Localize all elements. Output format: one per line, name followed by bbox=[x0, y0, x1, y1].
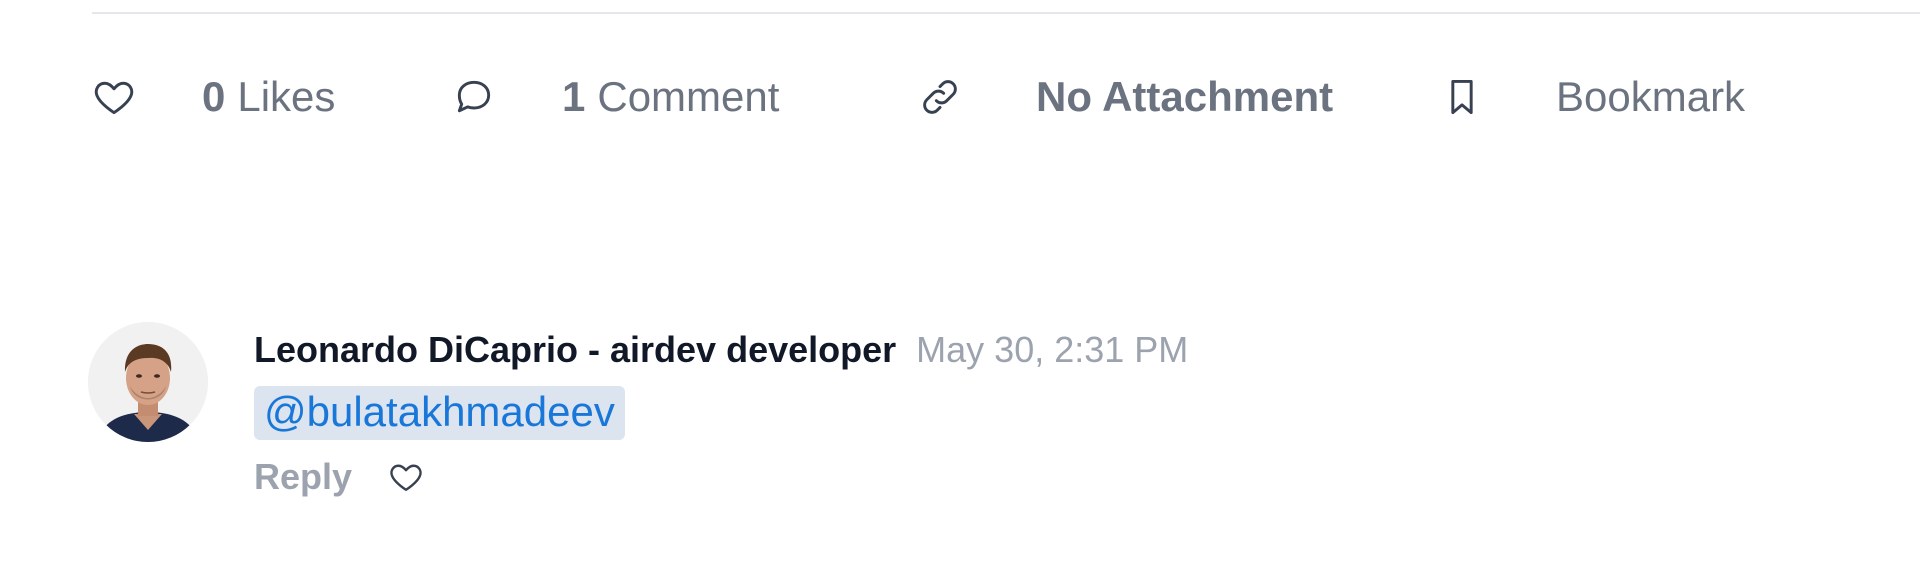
comment-header: Leonardo DiCaprio - airdev developer May… bbox=[254, 322, 1188, 378]
bookmark-button[interactable]: Bookmark bbox=[1438, 62, 1745, 132]
likes-button[interactable]: 0 Likes bbox=[90, 62, 335, 132]
comment-timestamp: May 30, 2:31 PM bbox=[916, 329, 1189, 370]
top-divider bbox=[92, 12, 1920, 14]
attachment-label: No Attachment bbox=[1036, 73, 1334, 120]
comment-like-button[interactable] bbox=[386, 457, 426, 497]
comment-icon bbox=[450, 73, 498, 121]
comment-item: Leonardo DiCaprio - airdev developer May… bbox=[88, 322, 1920, 522]
comment-actions: Reply bbox=[254, 452, 1188, 502]
comment-body: Leonardo DiCaprio - airdev developer May… bbox=[254, 322, 1188, 502]
comment-author[interactable]: Leonardo DiCaprio - airdev developer bbox=[254, 329, 896, 371]
likes-label: Likes bbox=[237, 73, 336, 120]
likes-count: 0 bbox=[202, 73, 226, 120]
link-icon bbox=[916, 73, 964, 121]
avatar[interactable] bbox=[88, 322, 208, 442]
comments-count: 1 bbox=[562, 73, 586, 120]
avatar-portrait bbox=[88, 322, 208, 442]
comments-label: Comment bbox=[597, 73, 780, 120]
user-mention[interactable]: @bulatakhmadeev bbox=[254, 386, 625, 440]
post-action-bar: 0 Likes 1 Comment No Attachment Bookmark bbox=[0, 62, 1920, 132]
reply-button[interactable]: Reply bbox=[254, 456, 352, 498]
comments-button[interactable]: 1 Comment bbox=[450, 62, 779, 132]
bookmark-icon bbox=[1438, 73, 1486, 121]
heart-icon bbox=[90, 73, 138, 121]
bookmark-label: Bookmark bbox=[1556, 73, 1746, 120]
attachment-button[interactable]: No Attachment bbox=[916, 62, 1333, 132]
heart-icon bbox=[390, 464, 422, 491]
